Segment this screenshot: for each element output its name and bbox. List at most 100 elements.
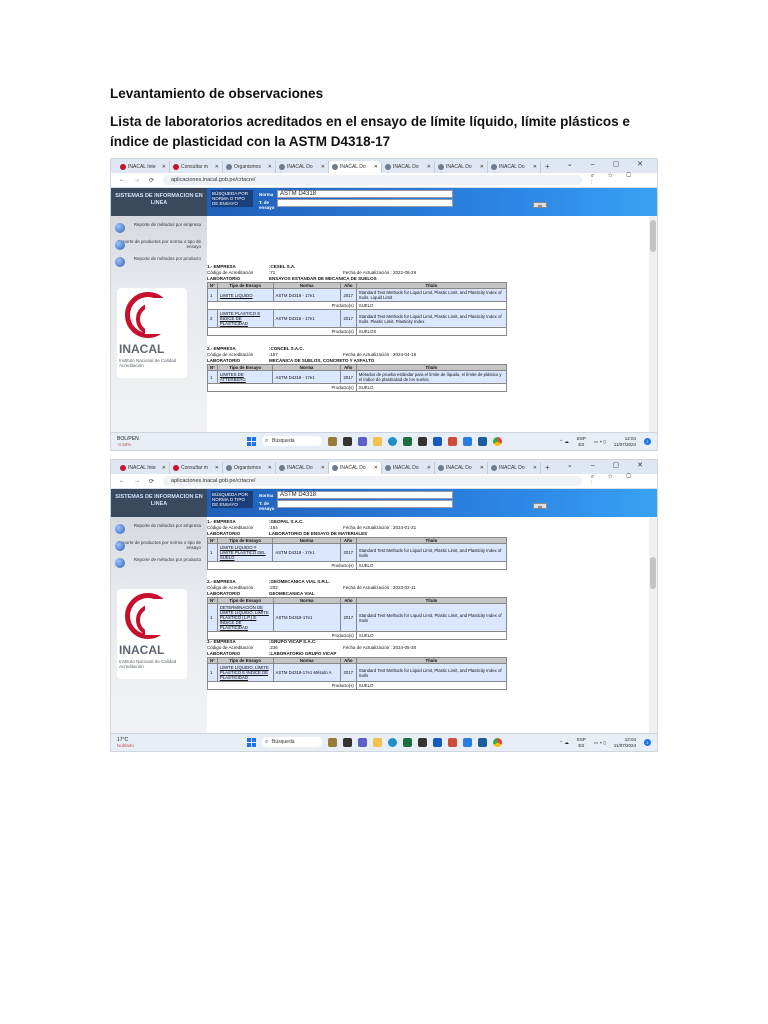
back-icon[interactable]: ← bbox=[119, 177, 125, 183]
tipo-ensayo-cell[interactable]: LIMITE PLASTICO E INDICE DE PLASTICIDAD bbox=[216, 309, 274, 328]
sidebar-item-metodos-producto[interactable]: Reporte de métodos por producto bbox=[111, 555, 207, 572]
edge-icon[interactable] bbox=[388, 436, 397, 446]
excel-icon[interactable] bbox=[403, 436, 412, 446]
tray-icons[interactable]: ⌃ ☁ bbox=[559, 740, 569, 746]
url-field[interactable]: aplicaciones.inacal.gob.pe/crtacre/ bbox=[163, 476, 582, 486]
word-icon[interactable] bbox=[433, 737, 442, 747]
close-tab-icon[interactable]: ✕ bbox=[374, 161, 378, 173]
clock[interactable]: 12:04 11/07/2024 bbox=[614, 436, 636, 447]
browser-tab[interactable]: Organismos ✕ bbox=[223, 462, 276, 474]
browser-tab[interactable]: INACAL Do ✕ bbox=[382, 462, 435, 474]
excel-icon[interactable] bbox=[403, 737, 412, 747]
weather-widget[interactable]: BOL/PEN -0.63% bbox=[117, 436, 139, 448]
clock[interactable]: 12:04 11/07/2024 bbox=[614, 737, 636, 748]
window-controls[interactable]: ⌄ – ▢ ✕ bbox=[567, 160, 651, 168]
close-tab-icon[interactable]: ✕ bbox=[162, 462, 166, 474]
close-tab-icon[interactable]: ✕ bbox=[480, 462, 484, 474]
edge-icon[interactable] bbox=[388, 737, 397, 747]
page-scrollbar[interactable] bbox=[649, 216, 657, 434]
close-tab-icon[interactable]: ✕ bbox=[533, 462, 537, 474]
page-scrollbar[interactable] bbox=[649, 517, 657, 735]
sidebar-item-metodos-empresa[interactable]: Reporte de métodos por empresa bbox=[111, 220, 207, 237]
forward-icon[interactable]: → bbox=[134, 478, 140, 484]
browser-tab[interactable]: INACAL Do ✕ bbox=[435, 462, 488, 474]
calculator-icon[interactable] bbox=[418, 436, 427, 446]
tipo-ensayo-cell[interactable]: LIMITE LIQUIDO bbox=[216, 288, 274, 302]
widgets-icon[interactable] bbox=[328, 737, 337, 747]
browser-toolbar-icons[interactable]: ⌕ ☆ ▢ ⋮ bbox=[591, 173, 657, 187]
close-tab-icon[interactable]: ✕ bbox=[427, 161, 431, 173]
store-icon[interactable] bbox=[463, 737, 472, 747]
app-icon[interactable] bbox=[478, 436, 487, 446]
url-field[interactable]: aplicaciones.inacal.gob.pe/crtacre/ bbox=[163, 175, 582, 185]
file-explorer-icon[interactable] bbox=[373, 737, 382, 747]
task-view-icon[interactable] bbox=[343, 436, 352, 446]
tipo-ensayo-input[interactable] bbox=[277, 500, 453, 508]
browser-tab[interactable]: INACAL Do ✕ bbox=[329, 462, 382, 474]
task-view-icon[interactable] bbox=[343, 737, 352, 747]
close-tab-icon[interactable]: ✕ bbox=[268, 462, 272, 474]
browser-tab[interactable]: INACAL Do ✕ bbox=[276, 462, 329, 474]
close-tab-icon[interactable]: ✕ bbox=[427, 462, 431, 474]
browser-tab[interactable]: Consultar m ✕ bbox=[170, 161, 223, 173]
new-tab-button[interactable]: + bbox=[541, 161, 554, 173]
browser-tab[interactable]: INACAL Do ✕ bbox=[329, 161, 382, 173]
close-tab-icon[interactable]: ✕ bbox=[162, 161, 166, 173]
sidebar-item-metodos-empresa[interactable]: Reporte de métodos por empresa bbox=[111, 521, 207, 538]
calculator-icon[interactable] bbox=[418, 737, 427, 747]
notification-icon[interactable]: 1 bbox=[644, 739, 651, 746]
close-tab-icon[interactable]: ✕ bbox=[480, 161, 484, 173]
weather-widget[interactable]: 17°C Nublado bbox=[117, 737, 134, 749]
widgets-icon[interactable] bbox=[328, 436, 337, 446]
browser-tab[interactable]: INACAL Do ✕ bbox=[382, 161, 435, 173]
tray-icons[interactable]: ⌃ ☁ bbox=[559, 439, 569, 445]
notification-icon[interactable]: 1 bbox=[644, 438, 651, 445]
browser-tab[interactable]: INACAL Do ✕ bbox=[435, 161, 488, 173]
close-tab-icon[interactable]: ✕ bbox=[374, 462, 378, 474]
close-tab-icon[interactable]: ✕ bbox=[321, 462, 325, 474]
tipo-ensayo-cell[interactable]: LÍMITE LÍQUIDO Y LÍMITE PLÁSTICO DEL SUE… bbox=[216, 543, 274, 562]
tipo-ensayo-input[interactable] bbox=[277, 199, 453, 207]
powerpoint-icon[interactable] bbox=[448, 436, 457, 446]
browser-toolbar-icons[interactable]: ⌕ ☆ ▢ ⋮ bbox=[591, 474, 657, 488]
windows-start-icon[interactable] bbox=[247, 737, 256, 747]
window-controls[interactable]: ⌄ – ▢ ✕ bbox=[567, 461, 651, 469]
language-indicator[interactable]: ESP ES bbox=[577, 436, 586, 447]
ok-button[interactable]: ok bbox=[533, 202, 547, 208]
sidebar-item-metodos-producto[interactable]: Reporte de métodos por producto bbox=[111, 254, 207, 271]
file-explorer-icon[interactable] bbox=[373, 436, 382, 446]
new-tab-button[interactable]: + bbox=[541, 462, 554, 474]
forward-icon[interactable]: → bbox=[134, 177, 140, 183]
close-tab-icon[interactable]: ✕ bbox=[533, 161, 537, 173]
norma-input[interactable]: ASTM D4318 bbox=[277, 190, 453, 198]
browser-tab[interactable]: INACAL Do ✕ bbox=[488, 161, 541, 173]
norma-input[interactable]: ASTM D4318 bbox=[277, 491, 453, 499]
network-volume-icons[interactable]: ▭ ◖ ▯ bbox=[594, 740, 606, 746]
chrome-icon[interactable] bbox=[493, 737, 502, 747]
chat-icon[interactable] bbox=[358, 737, 367, 747]
taskbar-search[interactable]: Búsqueda bbox=[262, 436, 322, 446]
sidebar-item-productos-norma[interactable]: Reporte de productos por norma o tipo de… bbox=[111, 237, 207, 254]
word-icon[interactable] bbox=[433, 436, 442, 446]
browser-tab[interactable]: INACAL Inte ✕ bbox=[117, 161, 170, 173]
store-icon[interactable] bbox=[463, 436, 472, 446]
reload-icon[interactable]: ⟳ bbox=[149, 177, 154, 184]
browser-tab[interactable]: INACAL Do ✕ bbox=[488, 462, 541, 474]
reload-icon[interactable]: ⟳ bbox=[149, 478, 154, 485]
tipo-ensayo-cell[interactable]: DETERMINACIÓN DE LÍMITE LÍQUIDO, LÍMITE … bbox=[216, 603, 274, 632]
back-icon[interactable]: ← bbox=[119, 478, 125, 484]
powerpoint-icon[interactable] bbox=[448, 737, 457, 747]
app-icon[interactable] bbox=[478, 737, 487, 747]
close-tab-icon[interactable]: ✕ bbox=[215, 462, 219, 474]
chat-icon[interactable] bbox=[358, 436, 367, 446]
tipo-ensayo-cell[interactable]: LIMITES DE ATTERBERG bbox=[216, 370, 274, 384]
close-tab-icon[interactable]: ✕ bbox=[321, 161, 325, 173]
chrome-icon[interactable] bbox=[493, 436, 502, 446]
browser-tab[interactable]: Organismos ✕ bbox=[223, 161, 276, 173]
close-tab-icon[interactable]: ✕ bbox=[215, 161, 219, 173]
browser-tab[interactable]: INACAL Inte ✕ bbox=[117, 462, 170, 474]
tipo-ensayo-cell[interactable]: LÍMITE LÍQUIDO, LÍMITE PLÁSTICO E ÍNDICE… bbox=[216, 663, 274, 682]
windows-start-icon[interactable] bbox=[247, 436, 256, 446]
close-tab-icon[interactable]: ✕ bbox=[268, 161, 272, 173]
browser-tab[interactable]: INACAL Do ✕ bbox=[276, 161, 329, 173]
